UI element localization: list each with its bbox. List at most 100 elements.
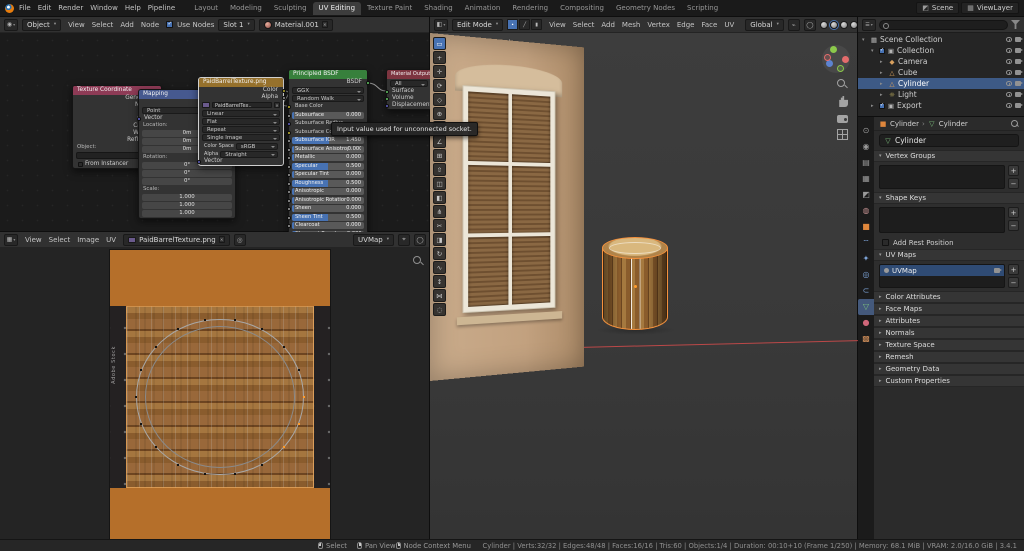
rotation-y-field[interactable]: 0°: [142, 170, 232, 177]
cylinder-object[interactable]: [602, 237, 668, 331]
uv-menu-item[interactable]: View: [22, 235, 45, 245]
viewport-menu-item[interactable]: Edge: [674, 20, 698, 30]
viewlayer-selector[interactable]: ViewLayer: [961, 2, 1019, 14]
viewport-tool-button[interactable]: ◫: [433, 177, 446, 190]
input-socket[interactable]: [286, 224, 291, 228]
outliner-row[interactable]: Scene Collection: [858, 34, 1024, 45]
rendered-shading-icon[interactable]: [849, 20, 858, 29]
z-axis-handle[interactable]: [826, 60, 833, 67]
shader-type-dropdown[interactable]: Object: [22, 18, 62, 31]
app-menu-item[interactable]: Window: [87, 3, 121, 13]
app-menu-item[interactable]: Edit: [35, 3, 55, 13]
app-menu-item[interactable]: Help: [122, 3, 144, 13]
hide-in-viewport-icon[interactable]: [1006, 103, 1012, 108]
workspace-tab[interactable]: Layout: [188, 2, 224, 15]
viewport-tool-button[interactable]: ⋔: [433, 205, 446, 218]
properties-section[interactable]: Geometry Data: [874, 363, 1024, 375]
editor-type-dropdown[interactable]: [4, 233, 18, 246]
properties-section[interactable]: Color Attributes: [874, 291, 1024, 303]
value-slider[interactable]: Sheen 0.000: [292, 205, 364, 212]
uv-menu-item[interactable]: Select: [46, 235, 74, 245]
hide-in-viewport-icon[interactable]: [1006, 81, 1012, 86]
material-datablock[interactable]: Material.001: [258, 18, 333, 31]
output-socket[interactable]: [281, 95, 286, 100]
outliner-row[interactable]: Camera: [858, 56, 1024, 67]
viewport-tool-button[interactable]: ✂: [433, 219, 446, 232]
shader-menu-item[interactable]: Node: [138, 20, 162, 30]
outliner-row[interactable]: Export: [858, 100, 1024, 111]
hide-in-viewport-icon[interactable]: [1006, 37, 1012, 42]
properties-tab[interactable]: ⊙: [858, 123, 874, 139]
outliner-search-input[interactable]: [879, 19, 1008, 30]
viewport-tool-button[interactable]: ↻: [433, 247, 446, 260]
properties-tab[interactable]: ◩: [858, 187, 874, 203]
viewport-tool-button[interactable]: ⊕: [433, 107, 446, 120]
image-name-field[interactable]: PaidBarrelTex..: [212, 101, 272, 109]
breadcrumb-object[interactable]: Cylinder: [890, 120, 919, 128]
viewport-tool-button[interactable]: ◨: [433, 233, 446, 246]
viewport-tool-button[interactable]: ▭: [433, 37, 446, 50]
uv-menu-item[interactable]: UV: [103, 235, 119, 245]
orthographic-toggle-icon[interactable]: [837, 129, 848, 140]
viewport-tool-button[interactable]: ∠: [433, 135, 446, 148]
remove-shape-key-button[interactable]: [1008, 220, 1019, 231]
app-menu-item[interactable]: Render: [55, 3, 86, 13]
shape-keys-list[interactable]: [879, 207, 1005, 233]
properties-section[interactable]: Texture Space: [874, 339, 1024, 351]
workspace-tab[interactable]: Shading: [418, 2, 458, 15]
use-nodes-checkbox[interactable]: [166, 21, 174, 28]
image-setting-select[interactable]: Linear: [202, 110, 280, 117]
value-slider[interactable]: Anisotropic Rotation 0.000: [292, 196, 364, 204]
value-slider[interactable]: Metallic 0.000: [292, 154, 364, 161]
viewport-menu-item[interactable]: Select: [570, 20, 598, 30]
uv-map-dropdown[interactable]: UVMap: [353, 233, 394, 246]
input-socket[interactable]: [384, 89, 389, 94]
workspace-tab[interactable]: Sculpting: [268, 2, 313, 15]
add-uv-map-button[interactable]: [1008, 264, 1019, 275]
pin-icon[interactable]: ◎: [233, 233, 246, 246]
unlink-image-icon[interactable]: [218, 236, 225, 243]
outliner-row[interactable]: Cylinder: [858, 78, 1024, 89]
camera-view-icon[interactable]: [837, 115, 848, 123]
input-socket[interactable]: [286, 215, 291, 220]
hide-in-viewport-icon[interactable]: [1006, 92, 1012, 97]
viewport-menu-item[interactable]: Vertex: [644, 20, 673, 30]
rotation-z-field[interactable]: 0°: [142, 178, 232, 185]
workspace-tab[interactable]: UV Editing: [312, 1, 362, 15]
scene-selector[interactable]: Scene: [916, 2, 960, 14]
value-slider[interactable]: Subsurface IOR 1.450: [292, 137, 364, 144]
value-slider[interactable]: Specular 0.500: [292, 162, 364, 170]
node-header[interactable]: Material Output: [387, 70, 430, 79]
disable-in-render-icon[interactable]: [1015, 37, 1023, 42]
filter-icon[interactable]: [1011, 20, 1020, 29]
workspace-tab[interactable]: Geometry Nodes: [610, 2, 681, 15]
properties-tab[interactable]: ▤: [858, 155, 874, 171]
proportional-edit-icon[interactable]: ◯: [803, 18, 816, 31]
viewport-tool-button[interactable]: ⋈: [433, 289, 446, 302]
solid-shading-icon[interactable]: [829, 20, 838, 29]
material-shading-icon[interactable]: [839, 20, 848, 29]
value-slider[interactable]: Base Color: [292, 103, 364, 110]
reference-photo-plane[interactable]: [430, 33, 584, 381]
scale-x-field[interactable]: 1.000: [142, 194, 232, 201]
properties-section[interactable]: Normals: [874, 327, 1024, 339]
shader-menu-item[interactable]: Select: [89, 20, 117, 30]
properties-tab[interactable]: ▩: [858, 331, 874, 347]
properties-tab[interactable]: ▽: [858, 299, 874, 315]
add-shape-key-button[interactable]: [1008, 207, 1019, 218]
input-socket[interactable]: [286, 139, 291, 143]
disable-in-render-icon[interactable]: [1015, 81, 1023, 86]
input-socket[interactable]: [286, 156, 291, 160]
viewport-tool-button[interactable]: ◇: [433, 93, 446, 106]
expand-icon[interactable]: [880, 59, 886, 65]
bsdf-output-socket[interactable]: [365, 80, 370, 85]
slot-dropdown[interactable]: Slot 1: [218, 18, 255, 31]
workspace-tab[interactable]: Animation: [459, 2, 507, 15]
expand-icon[interactable]: [880, 92, 886, 98]
input-socket[interactable]: [286, 173, 291, 177]
section-shape-keys[interactable]: Shape Keys: [874, 192, 1024, 204]
image-setting-select[interactable]: Single Image: [202, 134, 280, 141]
viewport-menu-item[interactable]: Face: [699, 20, 721, 30]
image-setting-select[interactable]: Flat: [202, 118, 280, 125]
scale-z-field[interactable]: 1.000: [142, 210, 232, 217]
